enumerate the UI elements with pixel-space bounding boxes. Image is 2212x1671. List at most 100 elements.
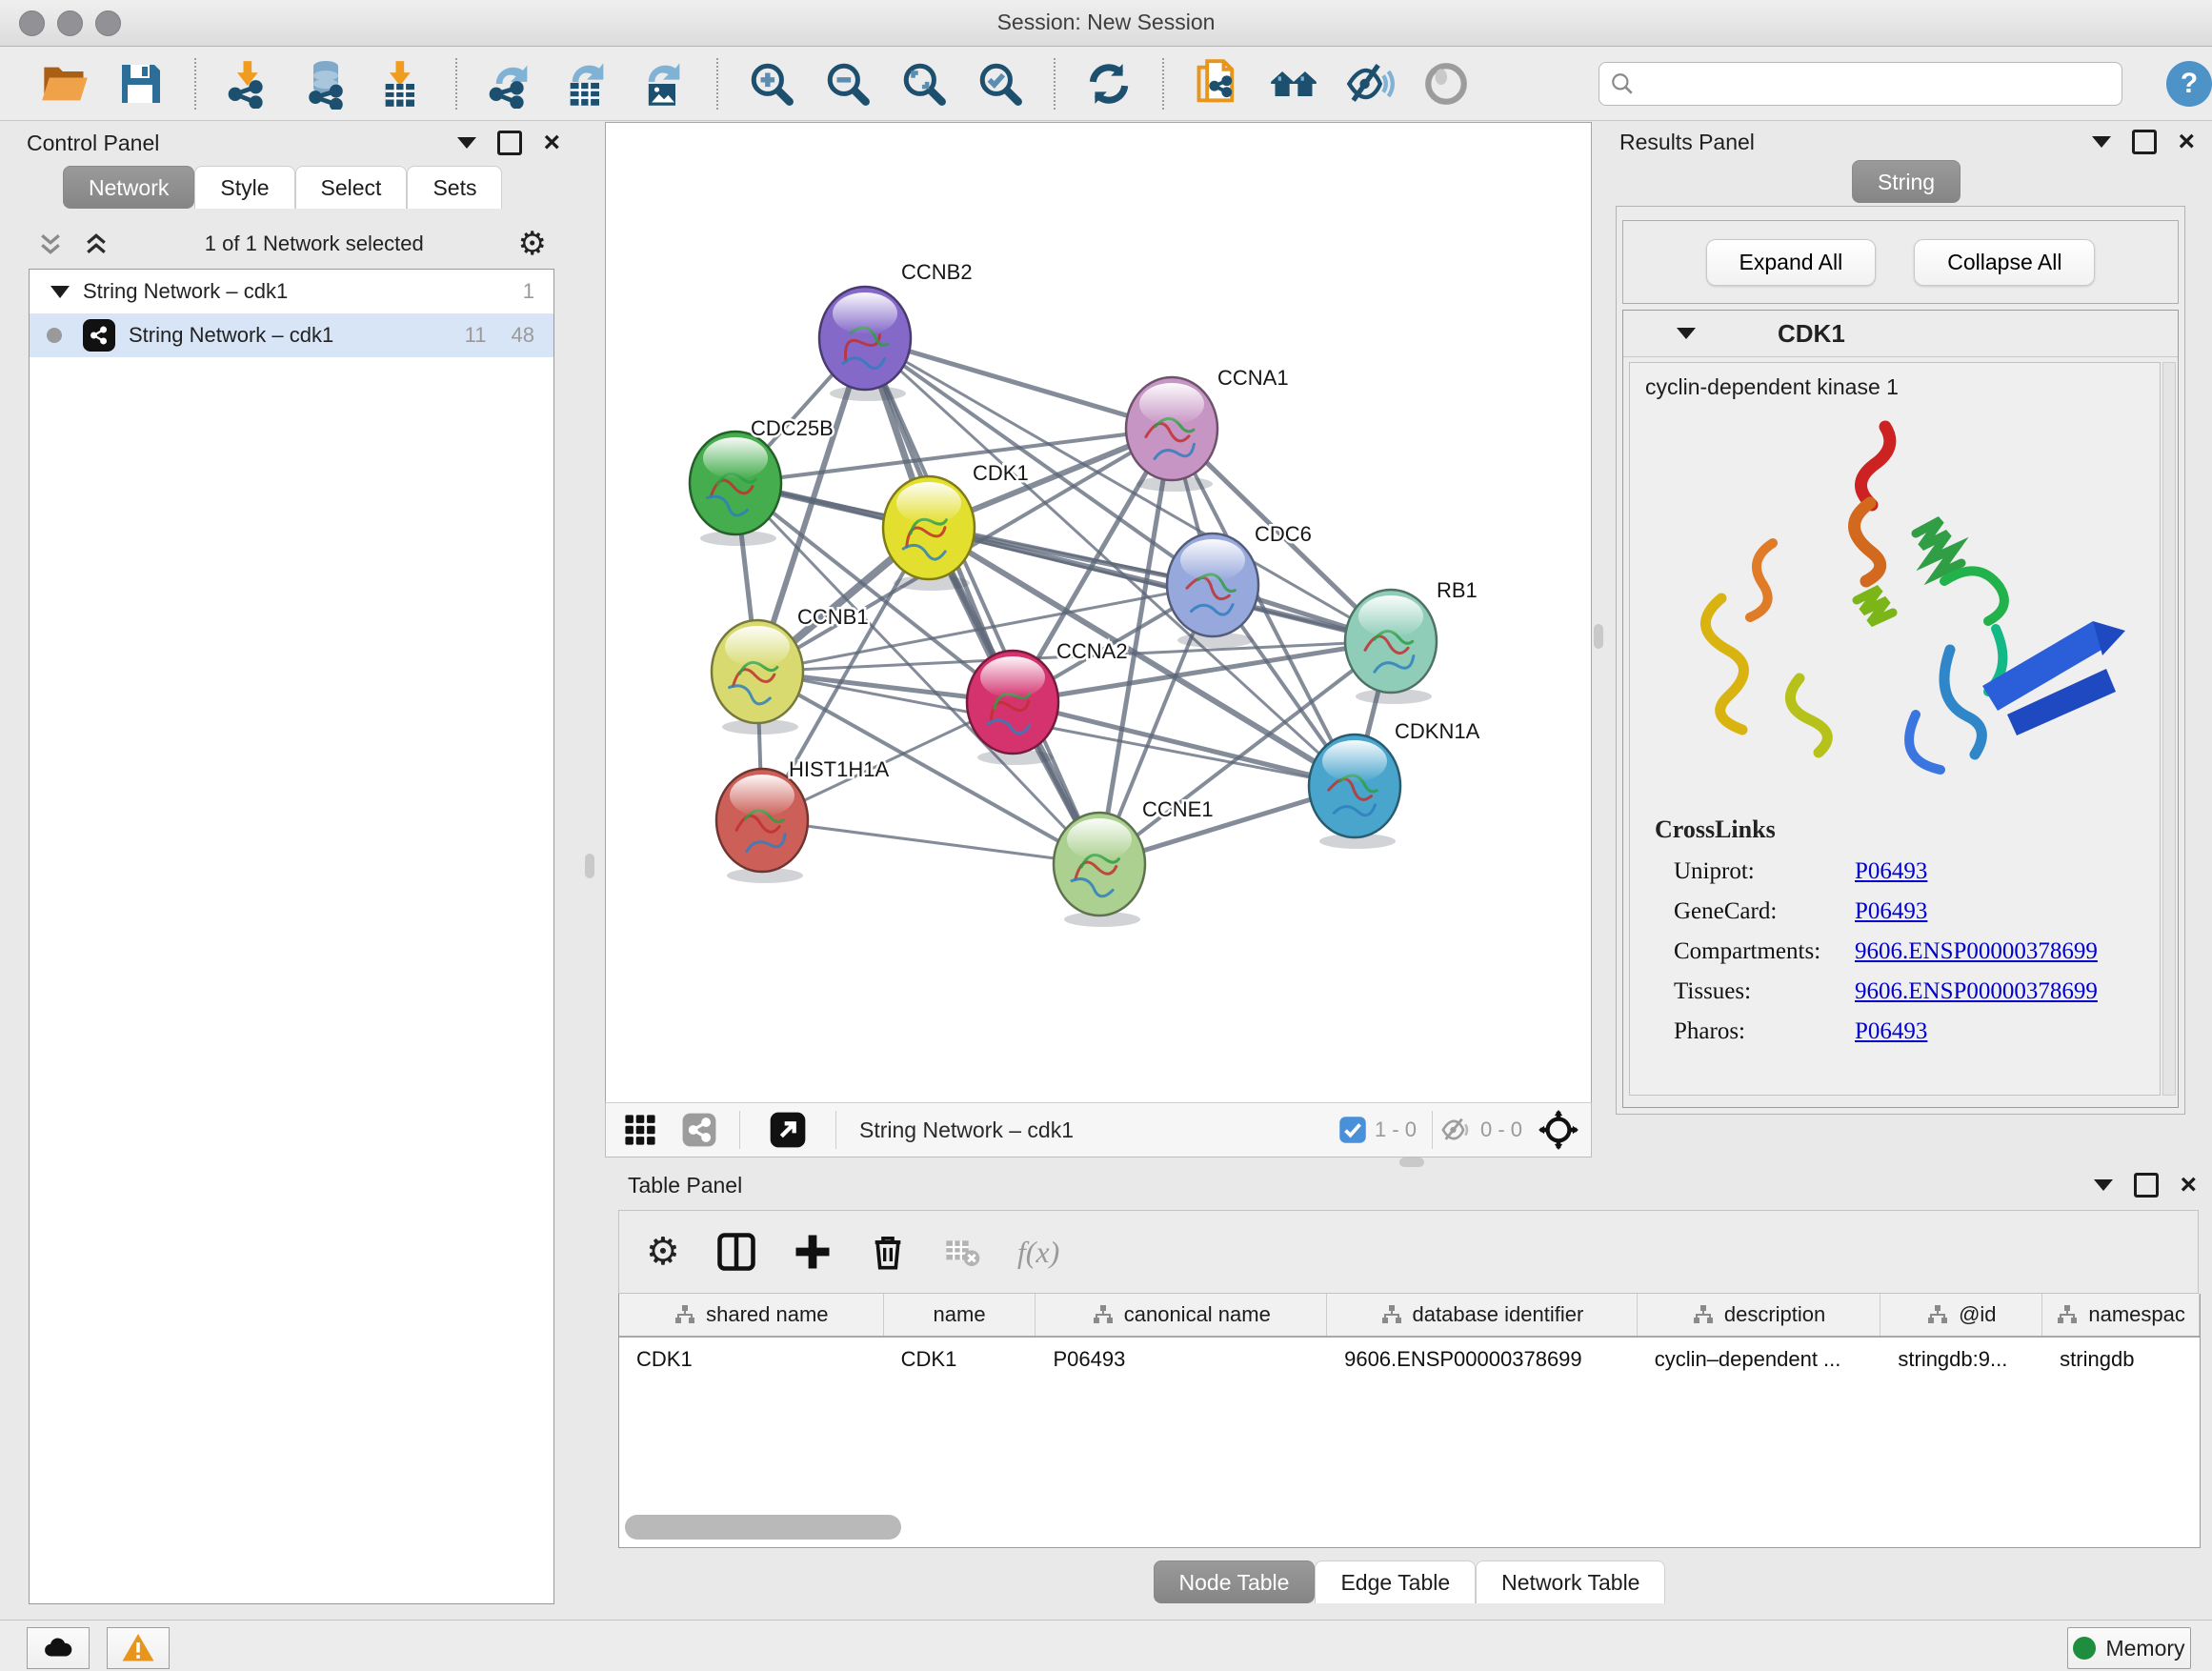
tab-node-table[interactable]: Node Table bbox=[1154, 1560, 1316, 1603]
right-splitter-handle[interactable] bbox=[1594, 624, 1603, 649]
network-canvas[interactable]: CCNB2CCNA1CDC25BCDK1CDC6RB1CCNB1CCNA2CDK… bbox=[605, 122, 1592, 1103]
import-table-icon[interactable] bbox=[377, 59, 427, 109]
node-CDKN1A[interactable]: CDKN1A bbox=[1309, 719, 1480, 849]
results-panel-float-icon[interactable] bbox=[2132, 130, 2157, 154]
node-HIST1H1A[interactable]: HIST1H1A bbox=[716, 757, 889, 883]
string-network-icon bbox=[83, 319, 115, 352]
node-CDC25B[interactable]: CDC25B bbox=[690, 416, 834, 546]
column-header-namespac[interactable]: namespac bbox=[2042, 1294, 2200, 1336]
collection-expander-icon[interactable] bbox=[50, 286, 70, 298]
crosslink-link[interactable]: P06493 bbox=[1855, 1018, 1927, 1045]
delete-table-icon[interactable] bbox=[943, 1233, 981, 1271]
node-CCNB2[interactable]: CCNB2 bbox=[819, 260, 973, 401]
collapse-all-icon[interactable] bbox=[36, 230, 65, 258]
table-cell[interactable]: stringdb bbox=[2042, 1338, 2200, 1381]
results-panel-collapse-icon[interactable] bbox=[2092, 136, 2111, 148]
column-header-shared-name[interactable]: shared name bbox=[619, 1294, 884, 1336]
show-columns-icon[interactable] bbox=[716, 1232, 756, 1272]
zoom-out-icon[interactable] bbox=[823, 59, 873, 109]
edge-HIST1H1A-CCNE1[interactable] bbox=[762, 820, 1099, 864]
network-row[interactable]: String Network – cdk1 11 48 bbox=[30, 313, 553, 357]
tab-select[interactable]: Select bbox=[295, 166, 408, 209]
control-panel-collapse-icon[interactable] bbox=[457, 137, 476, 149]
crosslink-link[interactable]: 9606.ENSP00000378699 bbox=[1855, 978, 2098, 1005]
edge-CCNB2-CCNE1[interactable] bbox=[865, 338, 1099, 864]
column-header-name[interactable]: name bbox=[884, 1294, 1036, 1336]
grid-view-icon[interactable] bbox=[621, 1111, 659, 1149]
expand-all-button[interactable]: Expand All bbox=[1706, 239, 1877, 286]
tab-sets[interactable]: Sets bbox=[407, 166, 502, 209]
search-input[interactable] bbox=[1599, 62, 2122, 106]
home-pages-icon[interactable] bbox=[1269, 59, 1318, 109]
tab-string[interactable]: String bbox=[1852, 160, 1961, 203]
table-panel-collapse-icon[interactable] bbox=[2094, 1179, 2113, 1191]
zoom-in-icon[interactable] bbox=[747, 59, 796, 109]
protein-section: CDK1 cyclin-dependent kinase 1 bbox=[1622, 310, 2179, 1108]
table-cell[interactable]: cyclin–dependent ... bbox=[1638, 1338, 1881, 1381]
help-icon[interactable]: ? bbox=[2166, 61, 2212, 107]
delete-column-icon[interactable] bbox=[869, 1233, 907, 1271]
tab-edge-table[interactable]: Edge Table bbox=[1315, 1560, 1476, 1603]
table-cell[interactable]: stringdb:9... bbox=[1880, 1338, 2042, 1381]
memory-button[interactable]: Memory bbox=[2067, 1627, 2191, 1669]
table-cell[interactable]: CDK1 bbox=[884, 1338, 1036, 1381]
table-horizontal-scrollbar[interactable] bbox=[625, 1515, 901, 1540]
tab-style[interactable]: Style bbox=[194, 166, 294, 209]
table-cell[interactable]: P06493 bbox=[1036, 1338, 1327, 1381]
refresh-icon[interactable] bbox=[1084, 59, 1134, 109]
crosslink-link[interactable]: P06493 bbox=[1855, 858, 1927, 885]
crosslink-link[interactable]: 9606.ENSP00000378699 bbox=[1855, 938, 2098, 965]
crosslink-link[interactable]: P06493 bbox=[1855, 898, 1927, 925]
expand-all-icon[interactable] bbox=[82, 230, 111, 258]
import-network-file-icon[interactable] bbox=[225, 59, 274, 109]
birds-eye-icon[interactable] bbox=[1421, 59, 1471, 109]
selected-nodes-checkbox-icon[interactable] bbox=[1338, 1116, 1367, 1144]
table-options-gear-icon[interactable]: ⚙ bbox=[646, 1230, 680, 1274]
zoom-selected-icon[interactable] bbox=[975, 59, 1025, 109]
tab-network[interactable]: Network bbox=[63, 166, 194, 209]
open-session-icon[interactable] bbox=[40, 59, 90, 109]
export-image-icon[interactable] bbox=[638, 59, 688, 109]
table-row[interactable]: CDK1CDK1P064939606.ENSP00000378699cyclin… bbox=[619, 1338, 2200, 1381]
network-share-view-icon[interactable] bbox=[678, 1109, 720, 1151]
column-header-description[interactable]: description bbox=[1638, 1294, 1881, 1336]
network-options-gear-icon[interactable]: ⚙ bbox=[518, 225, 547, 263]
hidden-items-eye-icon[interactable] bbox=[1440, 1114, 1473, 1146]
share-document-icon[interactable] bbox=[1193, 59, 1242, 109]
hide-unhide-icon[interactable] bbox=[1345, 59, 1395, 109]
protein-section-expander-icon[interactable] bbox=[1677, 328, 1696, 339]
node-RB1[interactable]: RB1 bbox=[1345, 578, 1478, 704]
node-CCNB1[interactable]: CCNB1 bbox=[712, 605, 869, 735]
save-session-icon[interactable] bbox=[116, 59, 166, 109]
cloud-status-button[interactable] bbox=[27, 1627, 90, 1669]
control-panel-close-icon[interactable]: × bbox=[543, 133, 560, 152]
add-column-icon[interactable] bbox=[793, 1232, 833, 1272]
collapse-all-button[interactable]: Collapse All bbox=[1914, 239, 2095, 286]
column-header--id[interactable]: @id bbox=[1880, 1294, 2042, 1336]
open-in-window-icon[interactable] bbox=[767, 1109, 809, 1151]
table-panel-float-icon[interactable] bbox=[2134, 1173, 2159, 1198]
tab-network-table[interactable]: Network Table bbox=[1476, 1560, 1665, 1603]
table-panel-close-icon[interactable]: × bbox=[2180, 1176, 2197, 1195]
results-panel-close-icon[interactable]: × bbox=[2178, 132, 2195, 151]
warnings-button[interactable] bbox=[107, 1627, 170, 1669]
import-network-database-icon[interactable] bbox=[301, 59, 351, 109]
fit-selected-crosshair-icon[interactable] bbox=[1536, 1107, 1581, 1153]
zoom-fit-icon[interactable] bbox=[899, 59, 949, 109]
left-splitter-handle[interactable] bbox=[585, 854, 594, 878]
function-builder-icon[interactable]: f(x) bbox=[1017, 1235, 1059, 1270]
edge-CCNB2-CCNA1[interactable] bbox=[865, 338, 1172, 429]
network-view-title: String Network – cdk1 bbox=[859, 1117, 1074, 1143]
column-header-database-identifier[interactable]: database identifier bbox=[1327, 1294, 1638, 1336]
table-cell[interactable]: CDK1 bbox=[619, 1338, 884, 1381]
results-scrollbar[interactable] bbox=[2162, 362, 2176, 1096]
table-cell[interactable]: 9606.ENSP00000378699 bbox=[1327, 1338, 1638, 1381]
export-network-icon[interactable] bbox=[486, 59, 535, 109]
node-CDC6[interactable]: CDC6 bbox=[1167, 522, 1312, 648]
export-table-icon[interactable] bbox=[562, 59, 612, 109]
control-panel-float-icon[interactable] bbox=[497, 131, 522, 155]
network-collection-row[interactable]: String Network – cdk1 1 bbox=[30, 270, 553, 313]
edge-CDK1-RB1[interactable] bbox=[929, 528, 1391, 641]
node-CCNA1[interactable]: CCNA1 bbox=[1126, 366, 1289, 492]
column-header-canonical-name[interactable]: canonical name bbox=[1036, 1294, 1327, 1336]
